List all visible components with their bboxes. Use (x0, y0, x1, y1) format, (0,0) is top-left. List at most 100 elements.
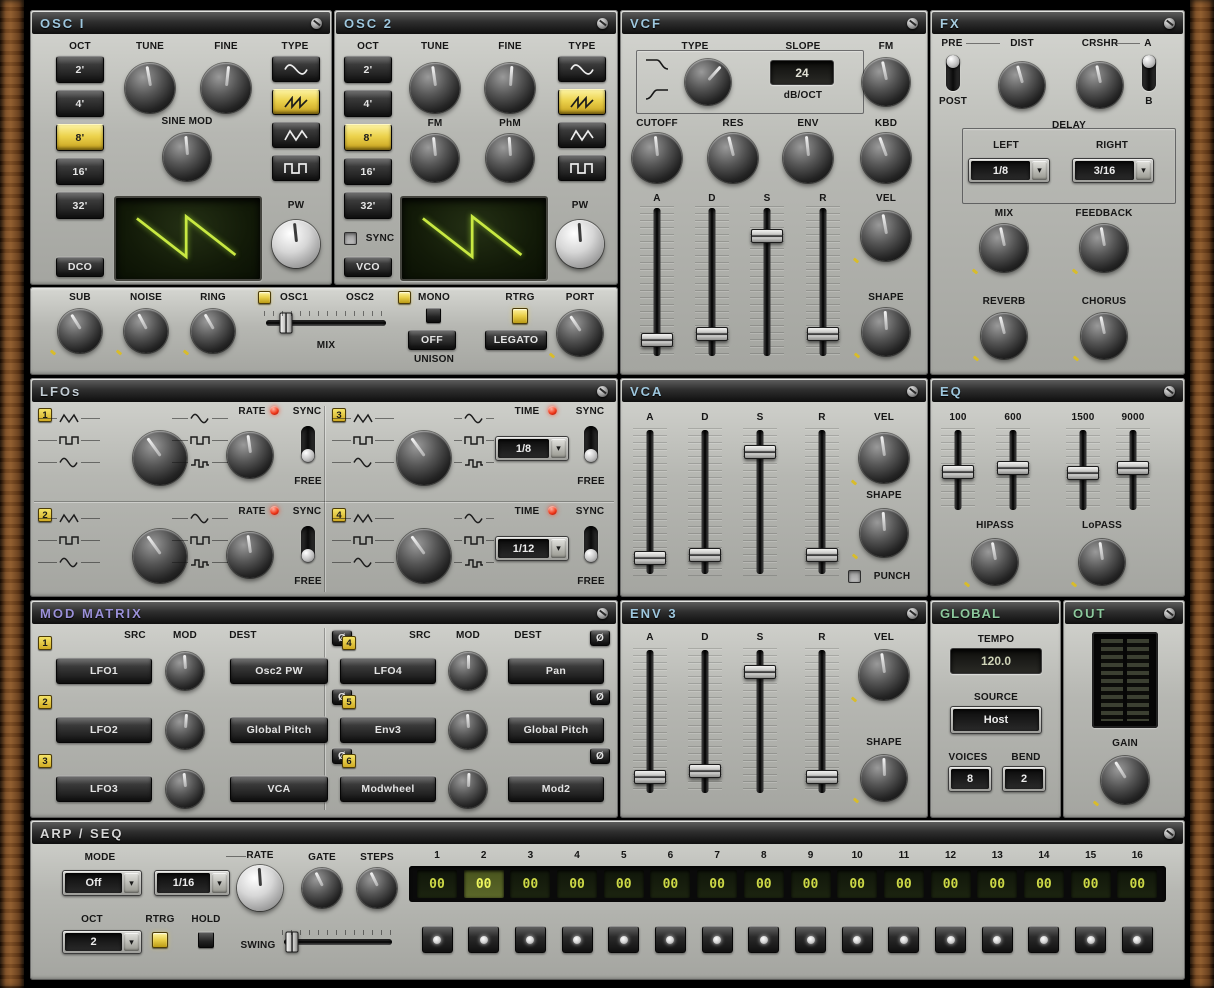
delay-right-select[interactable]: 3/16 (1072, 158, 1154, 183)
step-button[interactable] (1028, 926, 1059, 953)
osc1-oct-16ft-button[interactable]: 16' (56, 158, 104, 185)
eq-band-9000-slider-handle[interactable] (1117, 461, 1149, 475)
vcf-attack-slider[interactable] (640, 206, 674, 358)
osc2-phm-knob[interactable] (486, 134, 534, 182)
lfo4-wave-select-knob[interactable] (397, 529, 451, 583)
lfo1-sync-free-toggle[interactable] (301, 426, 315, 462)
pre-post-toggle[interactable] (946, 55, 960, 91)
legato-button[interactable]: LEGATO (485, 330, 547, 350)
vcf-vel-knob[interactable] (861, 211, 911, 261)
ring-knob[interactable] (191, 309, 235, 353)
osc1-type-triangle-button[interactable] (272, 122, 320, 148)
osc2-type-triangle-button[interactable] (558, 122, 606, 148)
lfo4-sine-wave-row[interactable] (332, 555, 394, 569)
vcf-decay-slider-handle[interactable] (696, 327, 728, 341)
step-button[interactable] (562, 926, 593, 953)
osc2-oct-2ft-button[interactable]: 2' (344, 56, 392, 83)
slot4-src-button[interactable]: LFO4 (340, 658, 436, 684)
lfo4-triangle-wave-row[interactable] (332, 511, 394, 525)
chevron-down-icon[interactable] (1136, 161, 1151, 180)
eq-band-100-slider[interactable] (941, 428, 975, 512)
osc2-type-saw-button[interactable] (558, 89, 606, 115)
env3-sustain-slider-handle[interactable] (744, 665, 776, 679)
chevron-down-icon[interactable] (551, 439, 566, 458)
step-value-display[interactable]: 00 (791, 870, 831, 898)
lfo2-triangle-wave-row[interactable] (38, 511, 100, 525)
voices-select[interactable]: 8 (948, 766, 992, 792)
slope-display[interactable]: 24 (770, 60, 834, 85)
ab-toggle[interactable] (1142, 55, 1156, 91)
delay-left-select[interactable]: 1/8 (968, 158, 1050, 183)
slot2-src-button[interactable]: LFO2 (56, 717, 152, 743)
step-button[interactable] (935, 926, 966, 953)
chevron-down-icon[interactable] (551, 539, 566, 558)
step-button[interactable] (608, 926, 639, 953)
slot6-amount-knob[interactable] (449, 770, 487, 808)
osc1-fine-knob[interactable] (201, 63, 251, 113)
mode-select[interactable]: Off (62, 870, 142, 896)
vca-release-slider-handle[interactable] (806, 548, 838, 562)
vca-decay-slider[interactable] (688, 428, 722, 576)
arp-rate-knob[interactable] (237, 865, 283, 911)
lfo1-square-wave-row[interactable] (38, 433, 100, 447)
osc1-dco-button[interactable]: DCO (56, 257, 104, 277)
osc1-enable-button[interactable] (258, 291, 271, 304)
lfo3-triangle-wave-row[interactable] (332, 411, 394, 425)
lfo3-sine2-wave-row[interactable] (454, 411, 494, 425)
chevron-down-icon[interactable] (124, 933, 139, 951)
slot6-dest-button[interactable]: Mod2 (508, 776, 604, 802)
hold-button[interactable] (198, 932, 214, 948)
rtrg-button[interactable] (512, 308, 528, 324)
swing-slider-handle[interactable] (286, 932, 299, 953)
vcf-shape-knob[interactable] (862, 308, 910, 356)
step-button[interactable] (842, 926, 873, 953)
slot2-amount-knob[interactable] (166, 711, 204, 749)
step-button[interactable] (795, 926, 826, 953)
lfo3-wave-select-knob[interactable] (397, 431, 451, 485)
feedback-knob[interactable] (1080, 224, 1128, 272)
step-button[interactable] (468, 926, 499, 953)
lfo2-rate-knob[interactable] (227, 532, 273, 578)
osc2-oct-32ft-button[interactable]: 32' (344, 192, 392, 219)
lfo4-square2-wave-row[interactable] (454, 533, 494, 547)
vca-sustain-slider[interactable] (743, 428, 777, 576)
kbd-knob[interactable] (861, 133, 911, 183)
vca-attack-slider-handle[interactable] (634, 551, 666, 565)
lfo1-square2-wave-row[interactable] (172, 433, 228, 447)
step-value-display[interactable]: 00 (884, 870, 924, 898)
unison-off-button[interactable]: OFF (408, 330, 456, 350)
step-button[interactable] (422, 926, 453, 953)
osc2-oct-16ft-button[interactable]: 16' (344, 158, 392, 185)
osc1-oct-2ft-button[interactable]: 2' (56, 56, 104, 83)
lfo3-sine-wave-row[interactable] (332, 455, 394, 469)
osc2-fm-knob[interactable] (411, 134, 459, 182)
env3-shape-knob[interactable] (861, 755, 907, 801)
lfo3-square2-wave-row[interactable] (454, 433, 494, 447)
slot6-phase-button[interactable]: Ø (590, 748, 610, 764)
source-select[interactable]: Host (950, 706, 1042, 734)
vcf-sustain-slider[interactable] (750, 206, 784, 358)
lowpass-filter-icon[interactable] (644, 56, 670, 72)
lfo1-random-wave-row[interactable] (172, 455, 228, 469)
osc1-tune-knob[interactable] (125, 63, 175, 113)
step-value-display[interactable]: 00 (1071, 870, 1111, 898)
step-button[interactable] (888, 926, 919, 953)
env3-sustain-slider[interactable] (743, 648, 777, 795)
osc1-oct-4ft-button[interactable]: 4' (56, 90, 104, 117)
osc1-oct-32ft-button[interactable]: 32' (56, 192, 104, 219)
lfo2-sine-wave-row[interactable] (38, 555, 100, 569)
sub-knob[interactable] (58, 309, 102, 353)
osc1-pw-knob[interactable] (272, 220, 320, 268)
osc1-oct-8ft-button[interactable]: 8' (56, 124, 104, 151)
env3-release-slider[interactable] (805, 648, 839, 795)
mono-button[interactable] (426, 308, 441, 323)
vca-sustain-slider-handle[interactable] (744, 445, 776, 459)
slot5-phase-button[interactable]: Ø (590, 689, 610, 705)
step-value-display[interactable]: 00 (837, 870, 877, 898)
slot5-src-button[interactable]: Env3 (340, 717, 436, 743)
slot1-src-button[interactable]: LFO1 (56, 658, 152, 684)
dist-knob[interactable] (999, 62, 1045, 108)
eq-band-600-slider[interactable] (996, 428, 1030, 512)
lfo3-random-wave-row[interactable] (454, 455, 494, 469)
osc2-oct-8ft-button[interactable]: 8' (344, 124, 392, 151)
